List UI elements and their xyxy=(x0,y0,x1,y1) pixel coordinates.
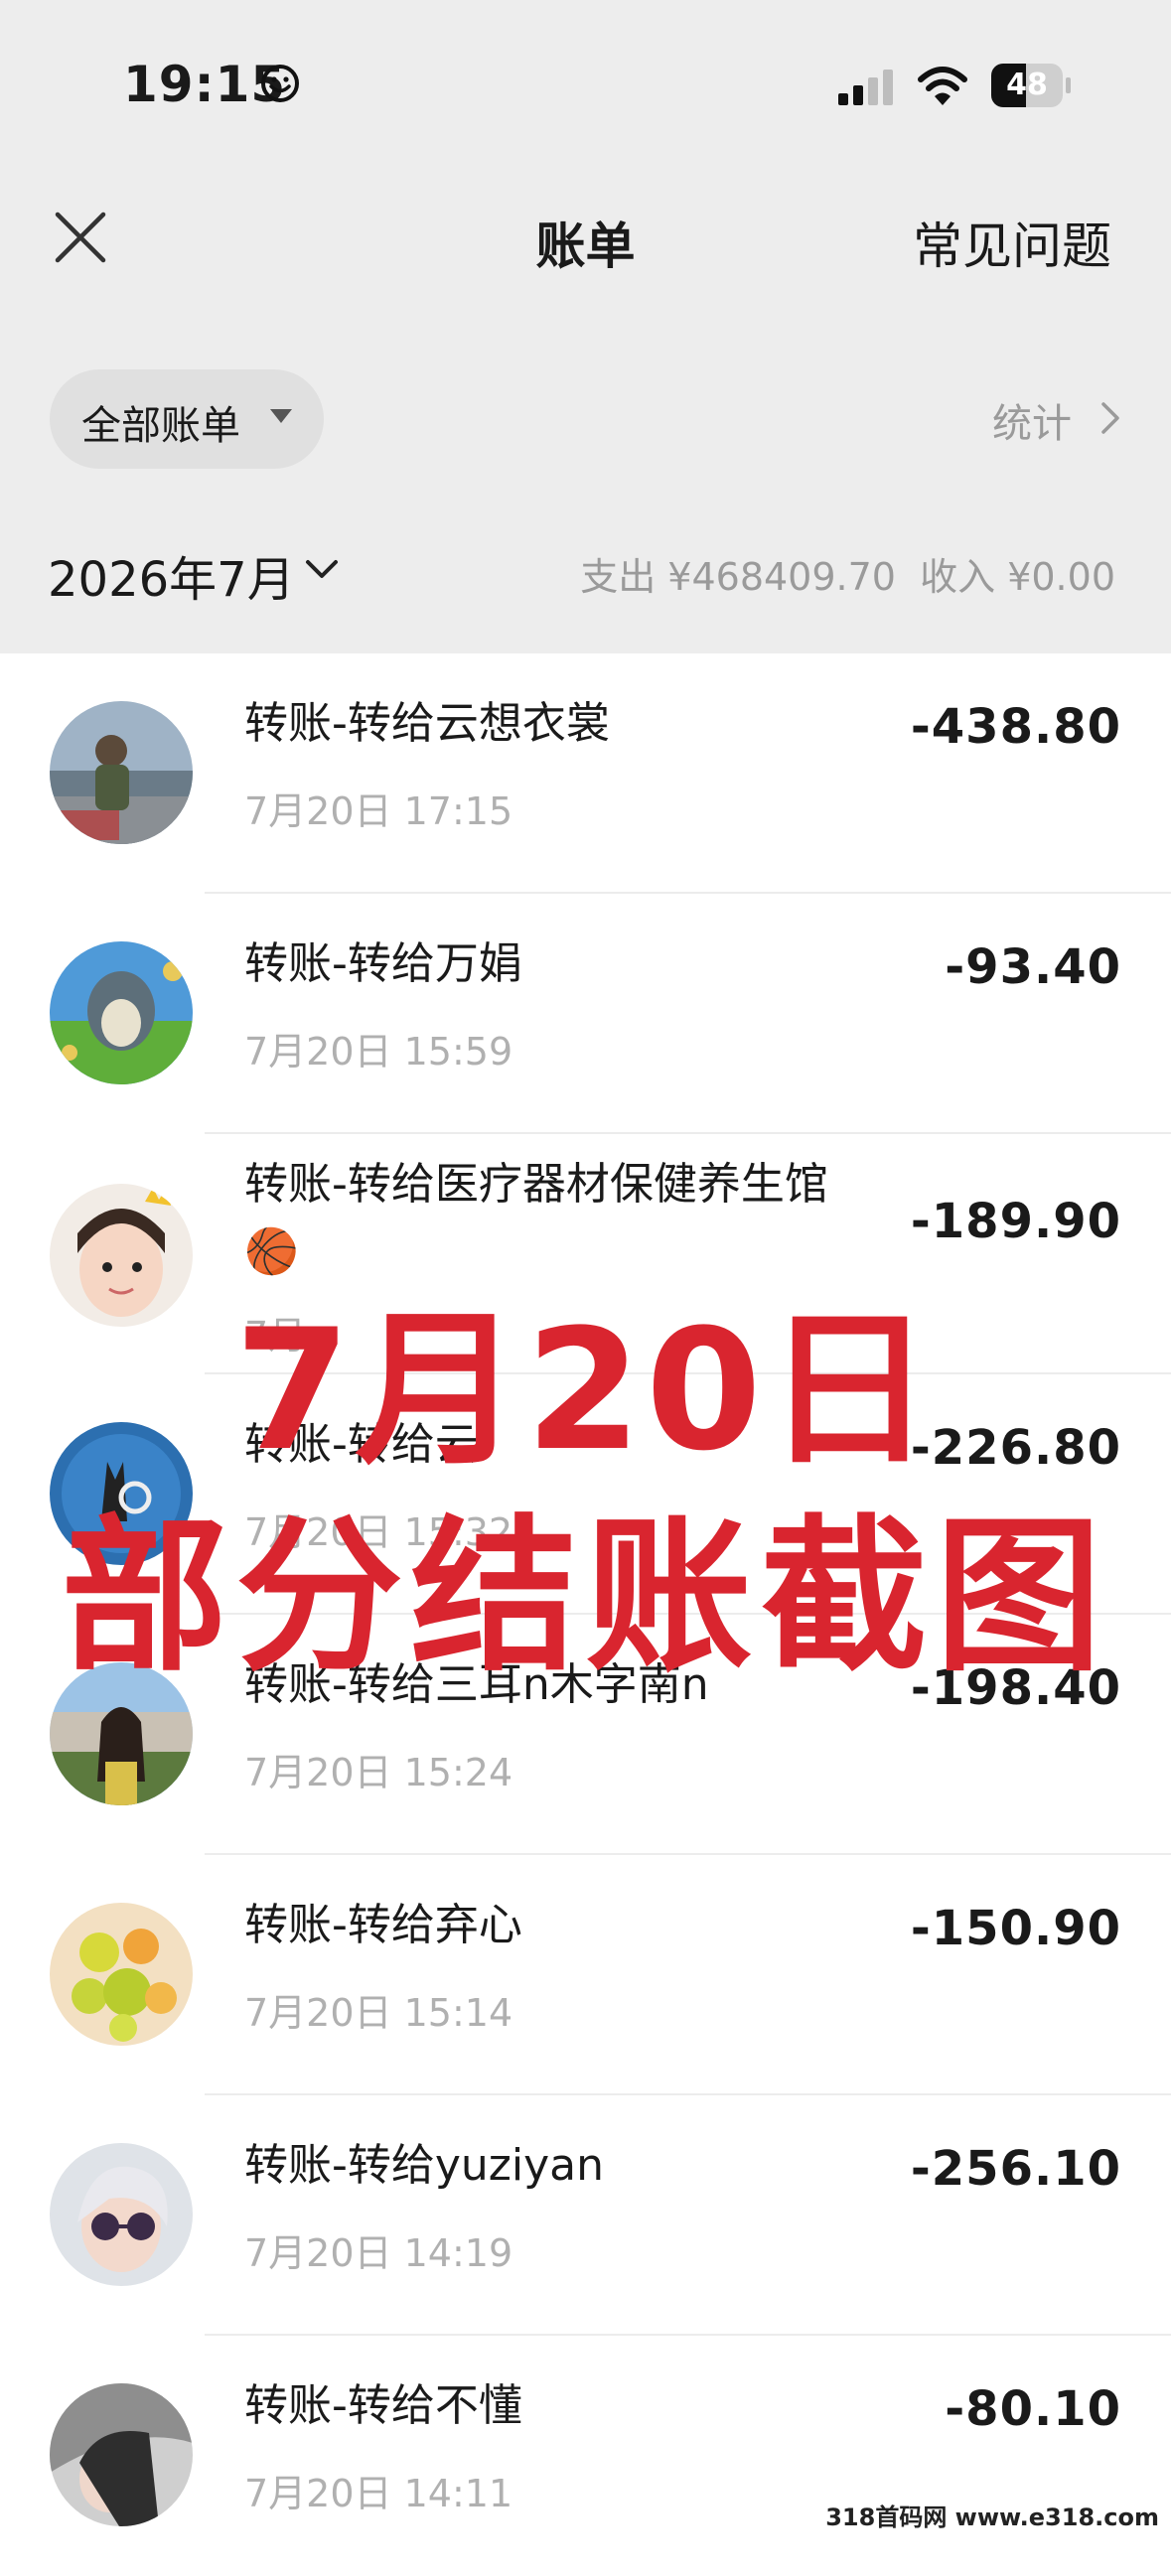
wifi-icon xyxy=(918,67,967,105)
transaction-row[interactable]: 转账-转给yuziyan 7月20日 14:19 -256.10 xyxy=(0,2095,1171,2336)
transaction-name: 转账-转给不懂 xyxy=(244,2380,522,2431)
site-watermark: 318首码网 www.e318.com xyxy=(819,2496,1165,2534)
transaction-amount: -93.40 xyxy=(945,939,1121,995)
cellular-signal-icon xyxy=(838,70,893,105)
transaction-row[interactable]: 转账-转给云想衣裳 7月20日 17:15 -438.80 xyxy=(0,653,1171,894)
transaction-date: 7月20日 15:59 xyxy=(244,1030,513,1073)
battery-icon: 48 xyxy=(991,64,1071,107)
transaction-name: 转账-转给医疗器材保健养生馆 🏀 xyxy=(244,1156,940,1281)
transaction-name: 转账-转给弃心 xyxy=(244,1900,522,1950)
chevron-down-icon[interactable] xyxy=(304,554,340,584)
basketball-emoji: 🏀 xyxy=(244,1226,299,1277)
transaction-date: 7月20日 17:15 xyxy=(244,789,513,833)
transaction-amount: -189.90 xyxy=(910,1194,1121,1249)
transaction-date: 7月20日 14:19 xyxy=(244,2231,513,2275)
chevron-right-icon xyxy=(1101,402,1119,434)
month-selector[interactable]: 2026年7月 xyxy=(48,540,295,610)
transaction-date: 7月20日 15:14 xyxy=(244,1991,513,2035)
total-income: 收入 ¥0.00 xyxy=(920,555,1115,599)
bill-filter-label: 全部账单 xyxy=(81,403,240,449)
transaction-amount: -80.10 xyxy=(945,2381,1121,2437)
transaction-name: 转账-转给万娟 xyxy=(244,938,522,989)
transaction-row[interactable]: 转账-转给弃心 7月20日 15:14 -150.90 xyxy=(0,1855,1171,2095)
transaction-row[interactable]: 转账-转给不懂 7月20日 14:11 -80.10 xyxy=(0,2336,1171,2576)
total-expense: 支出 ¥468409.70 xyxy=(580,555,896,599)
overlay-caption: 部分结账截图 xyxy=(61,1500,1110,1694)
transaction-name: 转账-转给云想衣裳 xyxy=(244,698,610,749)
transaction-amount: -256.10 xyxy=(910,2141,1121,2197)
transaction-name-text: 转账-转给医疗器材保健养生馆 xyxy=(244,1159,828,1210)
transaction-row[interactable]: 转账-转给万娟 7月20日 15:59 -93.40 xyxy=(0,894,1171,1134)
bill-filter-dropdown[interactable]: 全部账单 xyxy=(50,369,324,469)
smiley-icon xyxy=(261,65,299,102)
transaction-date: 7月20日 14:11 xyxy=(244,2472,513,2515)
transaction-name: 转账-转给yuziyan xyxy=(244,2140,605,2191)
overlay-date-caption: 7月20日 xyxy=(234,1293,937,1488)
faq-link[interactable]: 常见问题 xyxy=(913,207,1111,278)
transaction-amount: -438.80 xyxy=(910,699,1121,755)
avatar xyxy=(50,2143,193,2286)
transaction-date: 7月20日 15:24 xyxy=(244,1751,513,1794)
avatar xyxy=(50,701,193,844)
avatar xyxy=(50,2383,193,2526)
statistics-label: 统计 xyxy=(992,401,1072,447)
battery-level: 48 xyxy=(1006,68,1048,102)
monthly-totals: 支出 ¥468409.70 收入 ¥0.00 xyxy=(580,546,1115,601)
transaction-amount: -150.90 xyxy=(910,1901,1121,1956)
avatar xyxy=(50,1903,193,2046)
avatar xyxy=(50,941,193,1084)
caret-down-icon xyxy=(270,409,292,423)
